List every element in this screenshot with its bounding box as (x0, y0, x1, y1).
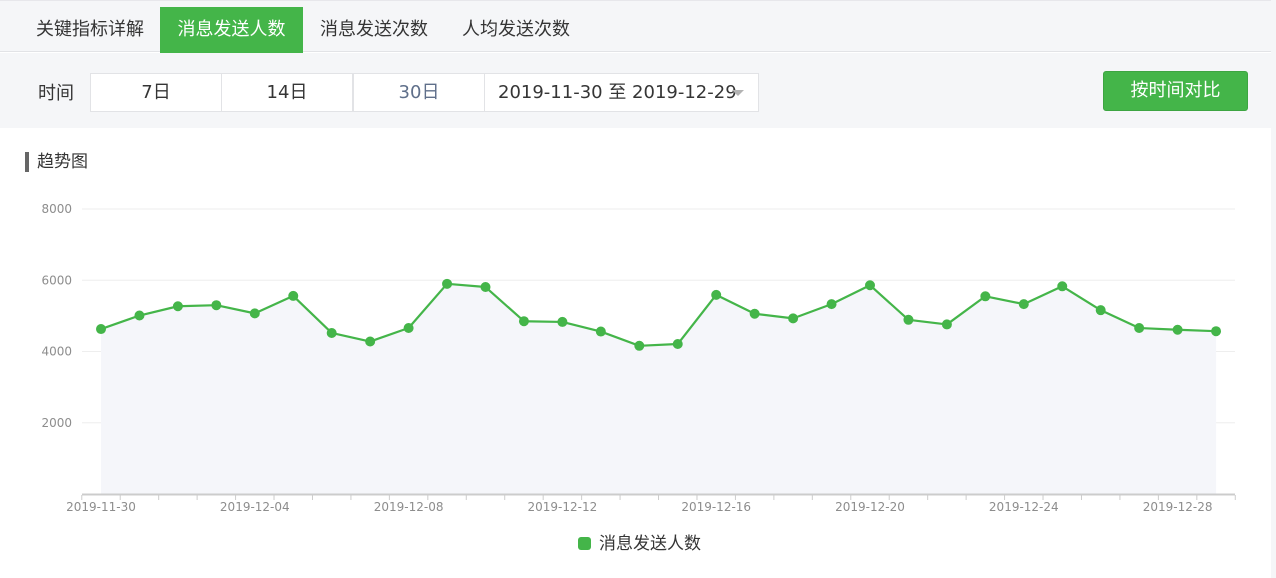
y-tick-label: 4000 (41, 345, 72, 359)
data-point (634, 340, 645, 351)
data-point (326, 327, 337, 338)
data-point (672, 339, 683, 350)
chart-legend[interactable]: 消息发送人数 (578, 533, 701, 555)
x-tick-label: 2019-12-08 (374, 500, 444, 514)
x-tick-label: 2019-12-16 (681, 500, 751, 514)
tab-avg-sends[interactable]: 人均发送次数 (445, 7, 587, 53)
data-point (96, 324, 106, 335)
scroll-edge (1271, 0, 1276, 578)
range-30-days-button[interactable]: 30日 (353, 73, 485, 112)
x-tick-label: 2019-12-04 (220, 500, 290, 514)
data-point (403, 322, 414, 333)
time-label: 时间 (38, 83, 74, 104)
data-point (480, 282, 491, 293)
data-point (865, 280, 875, 291)
data-point (711, 289, 722, 300)
section-title: 趋势图 (25, 152, 88, 172)
data-point (1172, 324, 1183, 335)
data-point (211, 300, 222, 311)
data-point (249, 308, 260, 319)
tab-key-metrics[interactable]: 关键指标详解 (20, 7, 160, 53)
compare-by-time-button[interactable]: 按时间对比 (1103, 71, 1248, 111)
x-tick-label: 2019-12-20 (835, 500, 905, 514)
legend-label: 消息发送人数 (599, 534, 701, 554)
tab-message-count[interactable]: 消息发送次数 (303, 7, 445, 53)
data-point (1211, 326, 1222, 337)
data-point (442, 278, 453, 289)
data-point (826, 299, 837, 310)
data-point (903, 314, 914, 325)
data-point (1095, 305, 1106, 316)
date-range-value: 2019-11-30 至 2019-12-29 (498, 82, 737, 103)
data-point (595, 326, 606, 337)
range-7-days-button[interactable]: 7日 (90, 73, 222, 112)
data-point (1134, 322, 1145, 333)
x-tick-label: 2019-11-30 (66, 500, 136, 514)
y-tick-label: 2000 (41, 416, 72, 430)
legend-swatch (578, 537, 591, 550)
data-point (1018, 299, 1029, 310)
tab-bar: 关键指标详解 消息发送人数 消息发送次数 人均发送次数 (0, 0, 1276, 53)
x-tick-label: 2019-12-24 (989, 500, 1059, 514)
data-point (788, 313, 799, 324)
caret-down-icon (732, 90, 744, 96)
x-tick-label: 2019-12-12 (528, 500, 598, 514)
data-point (518, 316, 529, 327)
range-14-days-button[interactable]: 14日 (221, 73, 353, 112)
data-point (749, 308, 760, 319)
date-range-picker[interactable]: 2019-11-30 至 2019-12-29 (484, 73, 759, 112)
data-point (288, 290, 299, 301)
tab-message-senders[interactable]: 消息发送人数 (160, 7, 303, 53)
y-tick-label: 6000 (41, 273, 72, 287)
data-point (134, 310, 145, 321)
data-point (557, 316, 568, 327)
trend-chart: 2000 4000 6000 8000 2019-11-30 2019-12-04 2019… (41, 202, 1236, 514)
data-point (941, 319, 952, 330)
data-point (1057, 281, 1068, 292)
data-point (172, 301, 183, 312)
x-tick-label: 2019-12-28 (1143, 500, 1213, 514)
series-area (101, 283, 1217, 494)
data-point (980, 291, 991, 302)
filter-bar: 时间 7日 14日 30日 2019-11-30 至 2019-12-29 按时… (0, 53, 1276, 128)
data-point (365, 336, 376, 347)
y-tick-label: 8000 (41, 202, 72, 216)
